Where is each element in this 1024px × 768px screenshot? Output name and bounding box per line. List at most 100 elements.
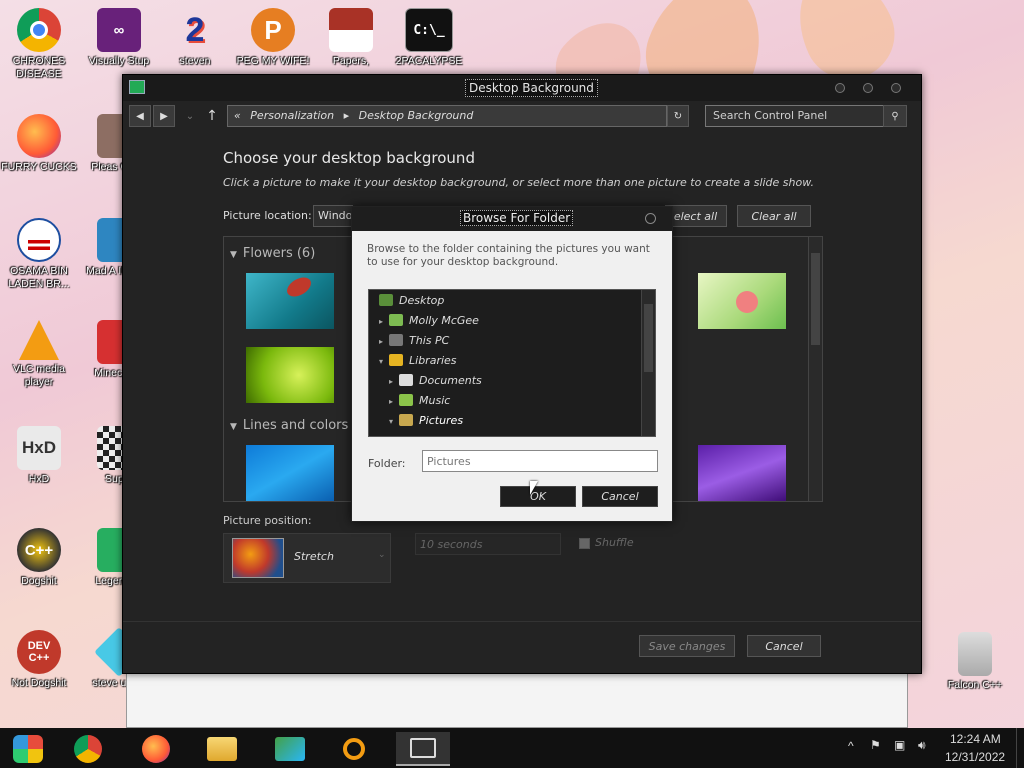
- number-2-icon: 2: [185, 10, 205, 49]
- up-button[interactable]: ↑: [201, 105, 223, 127]
- picture-position-label: Picture position:: [223, 514, 312, 527]
- chevron-down-icon: ⌄: [378, 550, 386, 560]
- clock-date[interactable]: 12/31/2022: [945, 750, 1005, 764]
- window-titlebar[interactable]: Desktop Background: [123, 75, 921, 101]
- show-desktop-button[interactable]: [1016, 728, 1024, 768]
- desktop-icon-papers[interactable]: Papers,: [312, 8, 390, 68]
- chevron-down-icon: ▼: [230, 250, 237, 260]
- group-header-lines-colors[interactable]: ▼ Lines and colors (: [230, 418, 358, 433]
- forward-button[interactable]: ▶: [153, 105, 175, 127]
- tree-item-documents[interactable]: ▸ Documents: [389, 374, 482, 387]
- picture-position-select[interactable]: Stretch ⌄: [223, 533, 391, 583]
- collapse-arrow-icon[interactable]: ▾: [389, 417, 393, 426]
- network-tray-icon[interactable]: ▣: [894, 738, 905, 752]
- select-all-button[interactable]: elect all: [665, 205, 727, 227]
- tree-item-desktop[interactable]: Desktop: [379, 294, 444, 307]
- gallery-scrollbar[interactable]: [808, 237, 822, 501]
- dogshit-icon: C++: [17, 528, 61, 572]
- footer-divider: [123, 621, 921, 622]
- shuffle-label: Shuffle: [595, 536, 634, 549]
- desktop-icon-recycle-bin[interactable]: Falcon C++: [936, 632, 1014, 692]
- save-changes-button[interactable]: Save changes: [639, 635, 735, 657]
- expand-arrow-icon[interactable]: ▸: [379, 317, 383, 326]
- tree-item-molly-mcgee[interactable]: ▸ Molly McGee: [379, 314, 479, 327]
- firefox-icon: [17, 114, 61, 158]
- tree-item-libraries[interactable]: ▾ Libraries: [379, 354, 457, 367]
- dialog-cancel-button[interactable]: Cancel: [582, 486, 658, 507]
- taskbar-search[interactable]: [332, 732, 376, 766]
- breadcrumb-overflow[interactable]: «: [234, 109, 241, 122]
- desktop-icon-obama[interactable]: OSAMA BIN LADEN BR...: [0, 218, 78, 291]
- position-preview-thumbnail: [232, 538, 284, 578]
- collapse-arrow-icon[interactable]: ▾: [379, 357, 383, 366]
- shuffle-checkbox: [579, 538, 590, 549]
- clock-time[interactable]: 12:24 AM: [950, 732, 1001, 746]
- tree-scrollbar[interactable]: [641, 290, 655, 436]
- address-field[interactable]: « Personalization ▸ Desktop Background: [227, 105, 667, 127]
- dialog-close-button[interactable]: [645, 213, 656, 224]
- desktop-icon-chrome[interactable]: CHRONES DISEASE: [0, 8, 78, 81]
- arrow-right-icon: ▶: [160, 110, 168, 122]
- refresh-button[interactable]: ↻: [667, 105, 689, 127]
- taskbar-network[interactable]: [268, 732, 312, 766]
- desktop-icon-steven[interactable]: 2 steven: [156, 8, 234, 68]
- browse-for-folder-dialog: Browse For Folder Browse to the folder c…: [351, 206, 673, 522]
- cancel-button[interactable]: Cancel: [747, 635, 821, 657]
- minimize-button[interactable]: [835, 83, 845, 93]
- taskbar: ^ ⚑ ▣ 🔊︎ 12:24 AM 12/31/2022: [0, 728, 1024, 768]
- control-panel-icon: [129, 80, 145, 94]
- wallpaper-thumbnail[interactable]: [246, 273, 334, 329]
- expand-arrow-icon[interactable]: ▸: [379, 337, 383, 346]
- tree-item-pictures[interactable]: ▾ Pictures: [389, 414, 463, 427]
- action-center-icon[interactable]: ⚑: [870, 738, 881, 752]
- wallpaper-thumbnail[interactable]: [246, 445, 334, 501]
- volume-icon[interactable]: 🔊︎: [918, 738, 926, 753]
- ok-button[interactable]: OK: [500, 486, 576, 507]
- scrollbar-thumb[interactable]: [644, 304, 653, 372]
- chrome-icon: [74, 735, 102, 763]
- recent-locations-button[interactable]: ⌄: [179, 105, 201, 127]
- desktop-icon-devcpp[interactable]: DEV C++ Not Dogshit: [0, 630, 78, 690]
- firefox-icon: [142, 735, 170, 763]
- desktop-icon-dogshit[interactable]: C++ Dogshit: [0, 528, 78, 588]
- start-icon: [13, 735, 43, 763]
- search-icon: [343, 738, 365, 760]
- wallpaper-thumbnail[interactable]: [698, 273, 786, 329]
- desktop-icon-vlc[interactable]: VLC media player: [0, 320, 78, 389]
- wallpaper-thumbnail[interactable]: [698, 445, 786, 501]
- breadcrumb-personalization[interactable]: Personalization: [250, 109, 334, 122]
- wallpaper-thumbnail[interactable]: [246, 347, 334, 403]
- breadcrumb-desktop-background[interactable]: Desktop Background: [359, 109, 474, 122]
- close-button[interactable]: [891, 83, 901, 93]
- desktop-icon-firefox[interactable]: FURRY CUCKS: [0, 114, 78, 174]
- dialog-titlebar[interactable]: Browse For Folder: [352, 207, 672, 231]
- group-header-flowers[interactable]: ▼ Flowers (6): [230, 246, 315, 261]
- tree-item-music[interactable]: ▸ Music: [389, 394, 450, 407]
- search-button[interactable]: ⚲: [883, 105, 907, 127]
- desktop-icon-peg[interactable]: P PEG MY WIFE!: [234, 8, 312, 68]
- search-input[interactable]: Search Control Panel: [705, 105, 907, 127]
- start-button[interactable]: [6, 732, 50, 766]
- taskbar-control-panel[interactable]: [396, 732, 450, 766]
- picture-location-select[interactable]: Windo: [313, 205, 353, 227]
- scrollbar-thumb[interactable]: [811, 253, 820, 345]
- hxd-icon: HxD: [17, 426, 61, 470]
- desktop-icon-hxd[interactable]: HxD HxD: [0, 426, 78, 486]
- maximize-button[interactable]: [863, 83, 873, 93]
- computer-icon: [389, 334, 404, 346]
- back-button[interactable]: ◀: [129, 105, 151, 127]
- expand-arrow-icon[interactable]: ▸: [389, 397, 393, 406]
- taskbar-chrome[interactable]: [66, 732, 110, 766]
- tree-item-this-pc[interactable]: ▸ This PC: [379, 334, 449, 347]
- folder-input[interactable]: Pictures: [422, 450, 658, 472]
- chevron-up-icon: ^: [848, 739, 854, 753]
- clear-all-button[interactable]: Clear all: [737, 205, 811, 227]
- vlc-icon: [19, 320, 59, 360]
- taskbar-file-explorer[interactable]: [200, 732, 244, 766]
- taskbar-firefox[interactable]: [134, 732, 178, 766]
- desktop-icon-visual-studio[interactable]: ∞ Visually Stup: [80, 8, 158, 68]
- arrow-up-icon: ↑: [206, 108, 218, 124]
- show-hidden-icons-button[interactable]: ^: [848, 739, 854, 753]
- desktop-icon-2pacalypse[interactable]: C:\_ 2PACALYPSE: [390, 8, 468, 68]
- expand-arrow-icon[interactable]: ▸: [389, 377, 393, 386]
